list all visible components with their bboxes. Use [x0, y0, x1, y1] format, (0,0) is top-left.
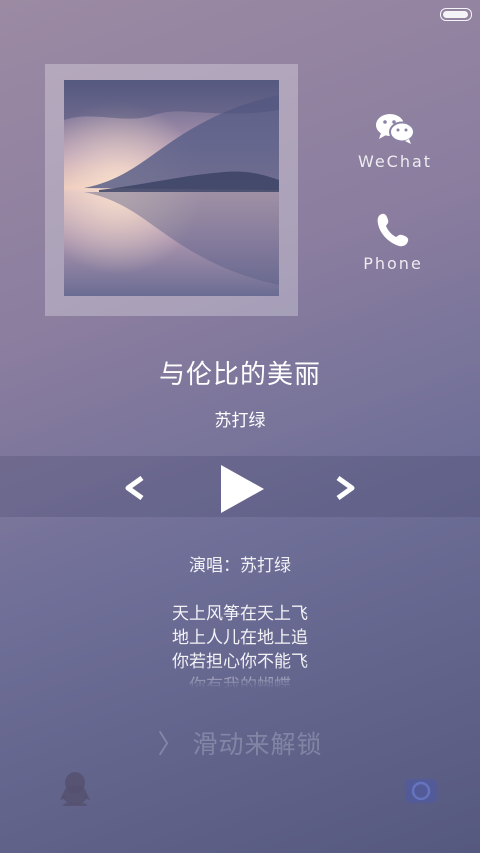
song-artist: 苏打绿 [214, 411, 266, 431]
lyric-line: 天上风筝在天上飞 [172, 604, 308, 624]
chevron-right-icon [336, 475, 355, 501]
next-button[interactable] [332, 475, 358, 504]
phone-button[interactable]: Phone [348, 212, 438, 273]
unlock-label: 滑动来解锁 [192, 730, 323, 759]
unlock-chevron-icon: 〉 [157, 730, 185, 760]
battery-level-fill [443, 11, 468, 18]
lyric-line: 地上人儿在地上追 [172, 628, 308, 648]
album-art [64, 80, 279, 296]
song-title: 与伦比的美丽 [158, 360, 321, 390]
lyric-line: 你若担心你不能飞 [172, 652, 308, 672]
album-art-image [64, 80, 279, 296]
slide-to-unlock[interactable]: 〉滑动来解锁 [0, 724, 480, 761]
previous-button[interactable] [122, 475, 148, 504]
camera-icon [405, 779, 437, 803]
wechat-label: WeChat [357, 152, 433, 171]
battery-icon [440, 8, 472, 21]
wechat-icon [376, 114, 415, 144]
singer-line: 演唱：苏打绿 [189, 556, 291, 576]
camera-shortcut[interactable] [404, 774, 438, 808]
album-art-frame [45, 64, 298, 316]
wechat-button[interactable]: WeChat [350, 112, 440, 171]
play-button[interactable] [218, 464, 266, 518]
qq-penguin-icon [60, 772, 90, 807]
lyric-line: 你有我的蝴蝶 [189, 676, 291, 688]
lyrics: 天上风筝在天上飞 地上人儿在地上追 你若担心你不能飞 你有我的蝴蝶 [0, 602, 480, 688]
phone-icon [377, 213, 409, 247]
play-icon [221, 465, 264, 513]
playback-controls [0, 456, 480, 517]
chevron-left-icon [125, 475, 144, 501]
phone-label: Phone [363, 254, 423, 273]
qq-shortcut[interactable] [60, 772, 90, 810]
